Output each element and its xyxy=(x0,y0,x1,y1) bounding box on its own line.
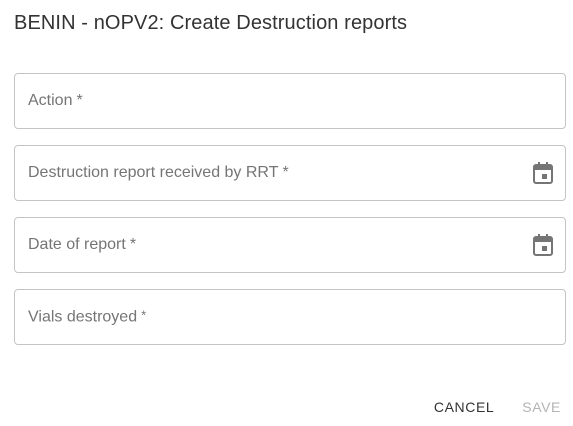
date-of-report-label: Date of report * xyxy=(28,236,137,253)
action-field-label: Action * xyxy=(28,92,83,109)
destruction-report-received-by-rrt-field[interactable]: Destruction report received by RRT * xyxy=(14,145,566,201)
create-destruction-report-dialog: BENIN - nOPV2: Create Destruction report… xyxy=(0,0,573,426)
calendar-icon[interactable] xyxy=(531,233,555,257)
destruction-report-received-label: Destruction report received by RRT * xyxy=(28,164,289,181)
dialog-title: BENIN - nOPV2: Create Destruction report… xyxy=(14,12,408,34)
save-button[interactable]: SAVE xyxy=(514,393,569,421)
vials-destroyed-field[interactable]: Vials destroyed * xyxy=(14,289,566,345)
vials-destroyed-label: Vials destroyed * xyxy=(28,307,147,326)
action-field[interactable]: Action * xyxy=(14,73,566,129)
cancel-button[interactable]: CANCEL xyxy=(426,393,502,421)
dialog-actions: CANCEL SAVE xyxy=(426,392,569,422)
date-of-report-field[interactable]: Date of report * xyxy=(14,217,566,273)
calendar-icon[interactable] xyxy=(531,161,555,185)
